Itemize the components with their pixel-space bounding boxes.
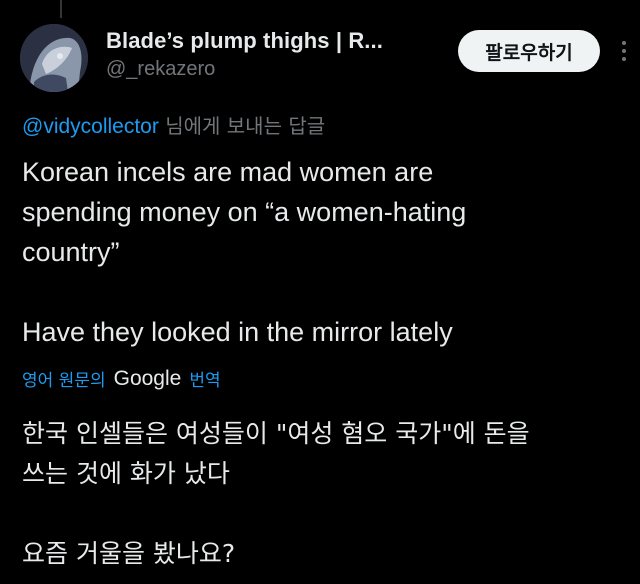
more-options-icon[interactable] xyxy=(616,34,632,68)
tweet-line: spending money on “a women-hating xyxy=(22,197,467,227)
tweet-text: Korean incels are mad women are spending… xyxy=(22,152,622,352)
user-handle[interactable]: @_rekazero xyxy=(106,58,383,81)
tweet-line: country” xyxy=(22,237,120,267)
translated-line: 요즘 거울을 봤나요? xyxy=(22,539,236,568)
display-name[interactable]: Blade’s plump thighs | R... xyxy=(106,28,383,54)
tweet-header: Blade’s plump thighs | R... @_rekazero 팔… xyxy=(20,20,626,92)
avatar[interactable] xyxy=(20,24,88,92)
translation-prefix: 영어 원문의 xyxy=(22,371,106,391)
tweet-line: Korean incels are mad women are xyxy=(22,157,434,187)
reply-context: @vidycollector 님에게 보내는 답글 xyxy=(22,110,325,139)
translated-text: 한국 인셀들은 여성들이 "여성 혐오 국가"에 돈을 쓰는 것에 화가 났다 … xyxy=(22,414,622,574)
thread-line xyxy=(60,0,62,18)
reply-suffix: 님에게 보내는 답글 xyxy=(158,114,326,138)
author-names: Blade’s plump thighs | R... @_rekazero xyxy=(106,28,383,81)
tweet-line: Have they looked in the mirror lately xyxy=(22,317,453,347)
avatar-image-icon xyxy=(20,24,88,92)
translated-line: 쓰는 것에 화가 났다 xyxy=(22,459,230,488)
reply-mention-link[interactable]: @vidycollector xyxy=(22,115,159,138)
translated-line: 한국 인셀들은 여성들이 "여성 혐오 국가"에 돈을 xyxy=(22,419,530,448)
translation-suffix: 번역 xyxy=(189,371,221,391)
follow-button[interactable]: 팔로우하기 xyxy=(458,30,600,72)
google-logo: Google xyxy=(113,366,182,390)
translation-attribution[interactable]: 영어 원문의 Google 번역 xyxy=(22,366,221,392)
